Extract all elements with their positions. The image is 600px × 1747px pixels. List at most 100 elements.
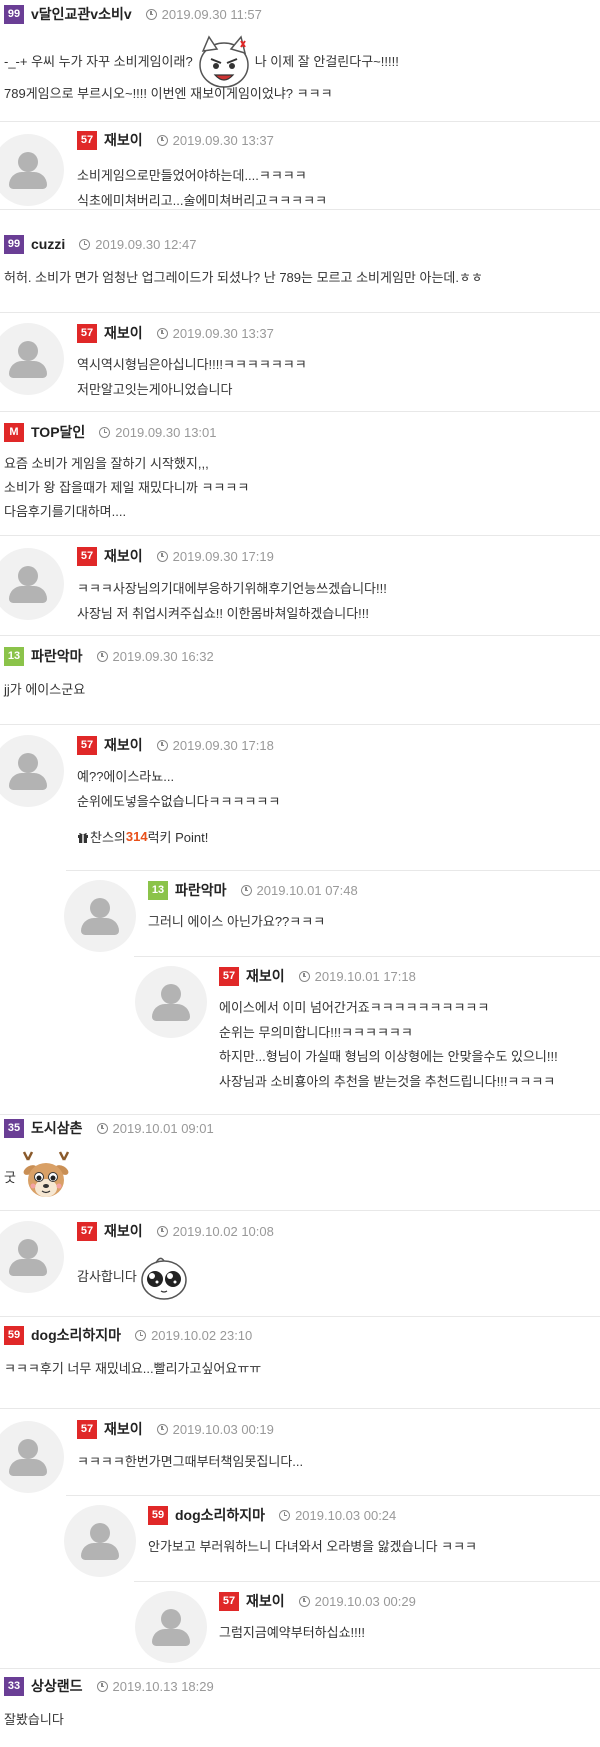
clock-icon (99, 426, 111, 438)
comment-text: 허허. 소비가 면가 엄청난 업그레이드가 되셨나? 난 789는 모르고 소비… (4, 266, 483, 290)
level-badge: 35 (4, 1118, 24, 1138)
avatar (135, 966, 207, 1038)
comment-text: 에이스에서 이미 넘어간거죠ㅋㅋㅋㅋㅋㅋㅋㅋㅋㅋ 순위는 무의미합니다!!!ㅋㅋ… (219, 996, 558, 1094)
comment-header: 33 상상랜드 2019.10.13 18:29 (4, 1676, 214, 1696)
author-name[interactable]: 재보이 (104, 546, 143, 566)
author-name[interactable]: 재보이 (104, 323, 143, 343)
comment-header: 57 재보이 2019.09.30 17:19 (77, 546, 274, 566)
comment-text: jj가 에이스군요 (4, 678, 85, 702)
clock-icon (156, 327, 168, 339)
comment-item: 59 dog소리하지마 2019.10.02 23:10 ㅋㅋㅋ후기 너무 재밌… (0, 1317, 600, 1409)
lucky-number: 314 (125, 829, 148, 844)
author-name[interactable]: 재보이 (104, 1419, 143, 1439)
comment-date: 2019.09.30 16:32 (112, 648, 214, 664)
level-badge: 99 (4, 234, 24, 254)
reply-item: 57 재보이 2019.10.02 10:08 감사합니다 (0, 1211, 600, 1317)
level-badge: 57 (77, 546, 97, 566)
comment-header: 57 재보이 2019.09.30 17:18 (77, 735, 274, 755)
comment-header: 13 파란악마 2019.09.30 16:32 (4, 646, 214, 666)
comment-header: 57 재보이 2019.10.01 17:18 (219, 966, 416, 986)
comment-text: 그러니 에이스 아닌가요??ㅋㅋㅋ (148, 910, 325, 935)
comment-line: 하지만...형님이 가실때 형님의 이상형에는 안맞을수도 있으니!!! (219, 1049, 558, 1064)
level-badge: 57 (77, 1419, 97, 1439)
comment-header: 57 재보이 2019.10.03 00:29 (219, 1591, 416, 1611)
clock-icon (156, 550, 168, 562)
comment-header: M TOP달인 2019.09.30 13:01 (4, 422, 217, 442)
avatar (0, 548, 64, 620)
level-badge: 57 (77, 1221, 97, 1241)
comment-date: 2019.10.03 00:24 (295, 1507, 397, 1523)
comment-date: 2019.09.30 11:57 (161, 6, 262, 22)
author-name[interactable]: 재보이 (104, 130, 143, 150)
comment-text: 굿 (4, 1150, 74, 1206)
comment-header: 99 cuzzi 2019.09.30 12:47 (4, 234, 196, 254)
comment-line: 사장님 저 취업시켜주십쇼!! 이한몸바쳐일하겠습니다!!! (77, 605, 370, 621)
comment-date: 2019.10.02 10:08 (172, 1223, 274, 1239)
clock-icon (279, 1509, 291, 1521)
author-name[interactable]: 재보이 (104, 735, 143, 755)
level-badge: 57 (77, 130, 97, 150)
avatar (0, 323, 64, 395)
comment-item: 99 v달인교관v소비v 2019.09.30 11:57 -_-+ 우씨 누가… (0, 0, 600, 122)
clock-icon (156, 1225, 168, 1237)
reply-item: 13 파란악마 2019.10.01 07:48 그러니 에이스 아닌가요??ㅋ… (0, 870, 600, 956)
author-name[interactable]: 파란악마 (31, 646, 83, 666)
reply-item: 57 재보이 2019.09.30 17:19 ㅋㅋㅋ사장님의기대에부응하기위해… (0, 536, 600, 636)
comment-header: 57 재보이 2019.10.03 00:19 (77, 1419, 274, 1439)
comment-line: ㅋㅋㅋ사장님의기대에부응하기위해후기언능쓰겠습니다!!! (77, 581, 387, 596)
comment-item: M TOP달인 2019.09.30 13:01 요즘 소비가 게임을 잘하기 … (0, 412, 600, 536)
comment-text: ㅋㅋㅋㅋ한번가면그때부터책임못집니다... (77, 1450, 303, 1475)
reply-item: 57 재보이 2019.10.01 17:18 에이스에서 이미 넘어간거죠ㅋㅋ… (0, 956, 600, 1114)
avatar (0, 1221, 64, 1293)
author-name[interactable]: cuzzi (31, 236, 65, 252)
comment-text: 잘봤습니다 (4, 1708, 64, 1732)
comment-line: 에이스에서 이미 넘어간거죠ㅋㅋㅋㅋㅋㅋㅋㅋㅋㅋ (219, 1000, 490, 1015)
author-name[interactable]: 상상랜드 (31, 1676, 83, 1696)
level-badge: 57 (77, 323, 97, 343)
comment-date: 2019.10.01 07:48 (256, 882, 358, 898)
comment-line: 나 이제 잘 안걸린다구~!!!!! (254, 54, 399, 69)
comment-text: 소비게임으로만들었어야하는데....ㅋㅋㅋㅋ 식초에미쳐버리고...술에미쳐버리… (77, 164, 327, 213)
comment-header: 57 재보이 2019.09.30 13:37 (77, 130, 274, 150)
level-badge: 57 (219, 1591, 239, 1611)
author-name[interactable]: dog소리하지마 (31, 1325, 121, 1345)
comment-header: 13 파란악마 2019.10.01 07:48 (148, 880, 358, 900)
comment-line: 그러니 에이스 아닌가요??ㅋㅋㅋ (148, 914, 326, 929)
comment-line: ㅋㅋㅋㅋ한번가면그때부터책임못집니다... (77, 1454, 304, 1469)
author-name[interactable]: v달인교관v소비v (31, 4, 132, 24)
comment-header: 99 v달인교관v소비v 2019.09.30 11:57 (4, 4, 262, 24)
reply-item: 57 재보이 2019.10.03 00:19 ㅋㅋㅋㅋ한번가면그때부터책임못집… (0, 1409, 600, 1495)
comment-line: 순위에도넣을수없습니다ㅋㅋㅋㅋㅋㅋ (77, 793, 281, 809)
comment-date: 2019.10.01 17:18 (314, 968, 416, 984)
author-name[interactable]: TOP달인 (31, 422, 85, 442)
lucky-point: 찬스의 314 럭키 Point! (77, 827, 208, 846)
author-name[interactable]: 재보이 (246, 1591, 285, 1611)
avatar (135, 1591, 207, 1663)
avatar (64, 1505, 136, 1577)
level-badge: 13 (4, 646, 24, 666)
author-name[interactable]: 도시삼촌 (31, 1118, 83, 1138)
level-badge: 57 (77, 735, 97, 755)
comment-text: 감사합니다 (77, 1251, 190, 1303)
comment-date: 2019.10.01 09:01 (112, 1120, 214, 1136)
reply-item: 57 재보이 2019.09.30 17:18 예??에이스라뇨... 순위에도… (0, 725, 600, 870)
level-badge: 59 (148, 1505, 168, 1525)
reply-item: 57 재보이 2019.10.03 00:29 그럼지금예약부터하십쇼!!!! (0, 1581, 600, 1668)
comment-date: 2019.10.02 23:10 (151, 1327, 253, 1343)
comment-date: 2019.10.03 00:29 (314, 1593, 416, 1609)
author-name[interactable]: 재보이 (246, 966, 285, 986)
comment-header: 35 도시삼촌 2019.10.01 09:01 (4, 1118, 214, 1138)
author-name[interactable]: 파란악마 (175, 880, 227, 900)
comment-date: 2019.09.30 17:18 (172, 737, 274, 753)
clock-icon (79, 238, 91, 250)
level-badge: 33 (4, 1676, 24, 1696)
comment-line: 소비가 왕 잡을때가 제일 재밌다니까 ㅋㅋㅋㅋ (4, 480, 250, 495)
comment-header: 59 dog소리하지마 2019.10.03 00:24 (148, 1505, 396, 1525)
level-badge: M (4, 422, 24, 442)
author-name[interactable]: dog소리하지마 (175, 1505, 265, 1525)
author-name[interactable]: 재보이 (104, 1221, 143, 1241)
comment-line: jj가 에이스군요 (4, 682, 86, 697)
comment-header: 57 재보이 2019.10.02 10:08 (77, 1221, 274, 1241)
comment-text: ㅋㅋㅋ사장님의기대에부응하기위해후기언능쓰겠습니다!!! 사장님 저 취업시켜주… (77, 577, 387, 626)
level-badge: 99 (4, 4, 24, 24)
